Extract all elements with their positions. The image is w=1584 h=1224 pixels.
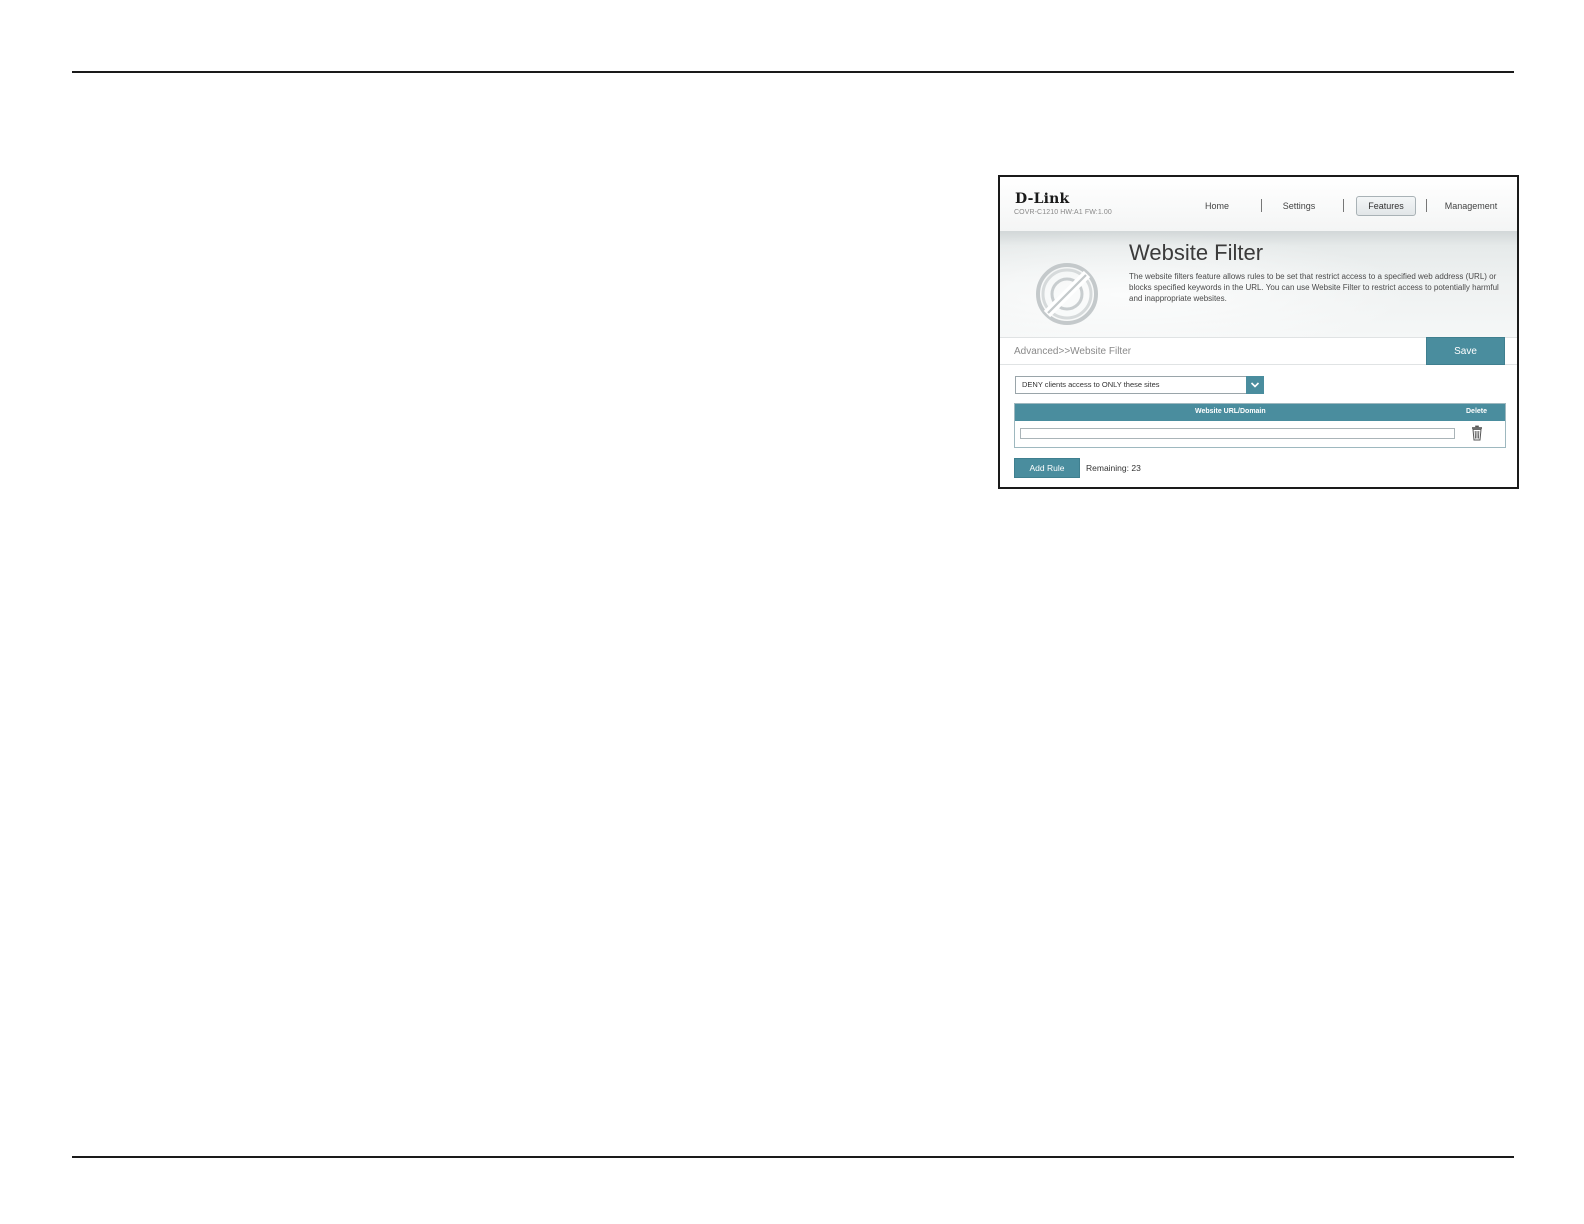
no-entry-icon bbox=[1036, 263, 1098, 325]
page-description: The website filters feature allows rules… bbox=[1129, 272, 1499, 303]
breadcrumb: Advanced>>Website Filter bbox=[1014, 346, 1132, 357]
nav-separator bbox=[1426, 199, 1427, 212]
feature-banner: Website Filter The website filters featu… bbox=[1000, 231, 1517, 337]
nav-home[interactable]: Home bbox=[1195, 196, 1239, 216]
nav-management[interactable]: Management bbox=[1436, 196, 1506, 216]
remaining-rules: Remaining: 23 bbox=[1086, 463, 1141, 473]
table-header: Website URL/Domain Delete bbox=[1015, 404, 1505, 421]
nav-settings[interactable]: Settings bbox=[1273, 196, 1325, 216]
trash-icon[interactable] bbox=[1471, 425, 1483, 441]
column-header-url: Website URL/Domain bbox=[1195, 408, 1266, 415]
nav-separator bbox=[1261, 199, 1262, 212]
chevron-glyph bbox=[1250, 382, 1260, 388]
remaining-count: 23 bbox=[1131, 463, 1141, 473]
nav-separator bbox=[1343, 199, 1344, 212]
nav-features[interactable]: Features bbox=[1356, 196, 1416, 216]
chevron-down-icon[interactable] bbox=[1246, 376, 1264, 394]
rules-table: Website URL/Domain Delete bbox=[1014, 403, 1506, 448]
filter-mode-select[interactable]: DENY clients access to ONLY these sites bbox=[1015, 376, 1264, 394]
website-url-input[interactable] bbox=[1020, 428, 1455, 439]
top-rule bbox=[72, 71, 1514, 73]
remaining-label: Remaining: bbox=[1086, 463, 1129, 473]
model-info: COVR-C1210 HW:A1 FW:1.00 bbox=[1014, 209, 1112, 216]
column-header-delete: Delete bbox=[1466, 408, 1488, 415]
bottom-rule bbox=[72, 1156, 1514, 1158]
router-ui-screenshot: D-Link COVR-C1210 HW:A1 FW:1.00 Home Set… bbox=[998, 175, 1519, 489]
save-button[interactable]: Save bbox=[1426, 337, 1505, 365]
add-rule-button[interactable]: Add Rule bbox=[1014, 458, 1080, 478]
page-title: Website Filter bbox=[1129, 240, 1264, 265]
brand-logo: D-Link bbox=[1015, 191, 1070, 207]
header: D-Link COVR-C1210 HW:A1 FW:1.00 Home Set… bbox=[1000, 177, 1517, 231]
filter-mode-value: DENY clients access to ONLY these sites bbox=[1022, 380, 1160, 389]
